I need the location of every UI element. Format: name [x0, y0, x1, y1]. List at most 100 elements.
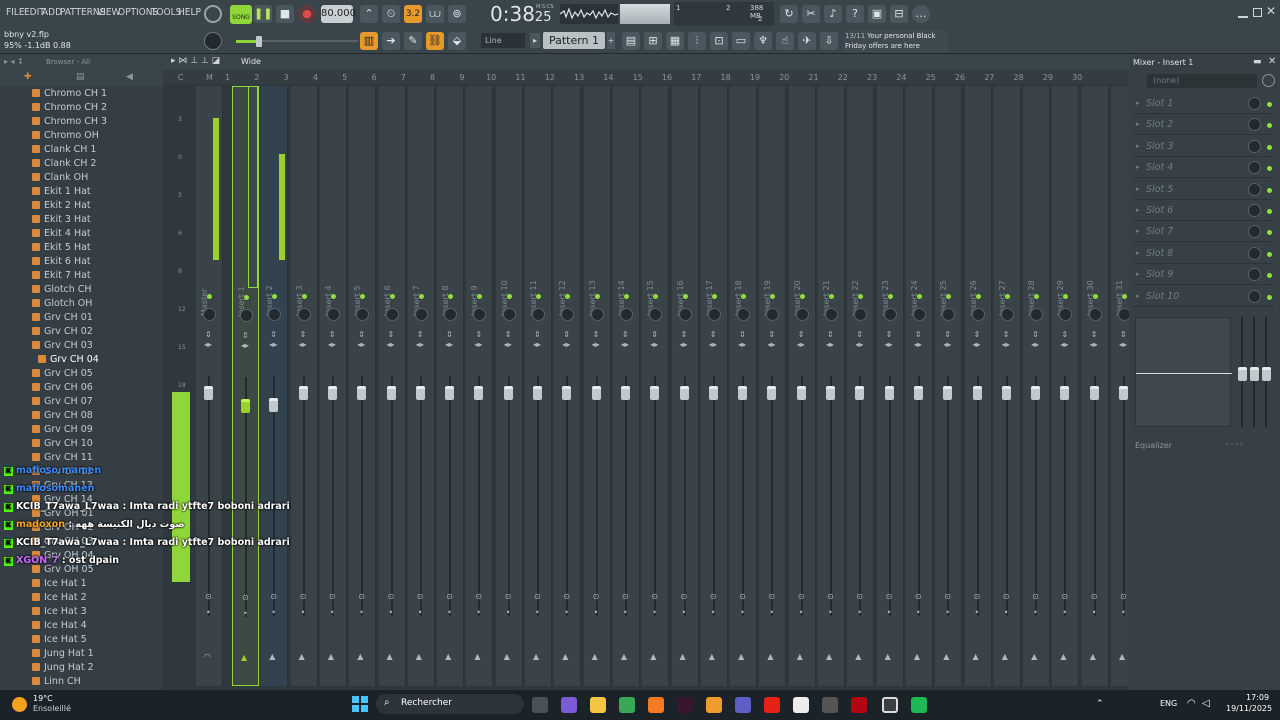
mixer-strip[interactable]: Insert 6 ⇕ ◂▸ ⊙ • ▲	[378, 86, 406, 686]
pan-knob[interactable]	[854, 308, 868, 321]
send-arrow-icon[interactable]: ◠	[204, 652, 211, 661]
route-dot-icon[interactable]: •	[887, 608, 892, 617]
send-arrow-icon[interactable]: ▲	[650, 652, 656, 661]
pan-knob[interactable]	[619, 308, 633, 321]
teams-icon[interactable]	[735, 697, 751, 713]
route-dot-icon[interactable]: •	[799, 608, 804, 617]
volume-fader[interactable]	[386, 386, 396, 400]
mixer-strip[interactable]: Insert 11 ⇕ ◂▸ ⊙ • ▲	[525, 86, 552, 686]
panel-minimize-icon[interactable]: ▬	[1253, 57, 1262, 67]
mixer-strip[interactable]: Insert 23 ⇕ ◂▸ ⊙ • ▲	[876, 86, 904, 686]
swap-channels-icon[interactable]: ◂▸	[328, 340, 336, 349]
help-icon[interactable]: ?	[846, 5, 864, 23]
volume-fader[interactable]	[708, 386, 718, 400]
send-arrow-icon[interactable]: ▲	[826, 652, 832, 661]
route-dot-icon[interactable]: •	[975, 608, 980, 617]
eq-low-slider[interactable]	[1238, 367, 1247, 381]
browser-file-item[interactable]: Chromo CH 3	[32, 115, 107, 129]
pattern-selector[interactable]: Pattern 1	[543, 32, 605, 49]
slot-arrow-icon[interactable]: ▸	[1136, 185, 1140, 193]
mixer-strip[interactable]: Insert 9 ⇕ ◂▸ ⊙ • ▲	[466, 86, 494, 686]
mute-led[interactable]	[244, 295, 249, 300]
file-explorer-icon[interactable]	[590, 697, 606, 713]
stereo-separation-icon[interactable]: ⇕	[651, 330, 658, 339]
effect-slot[interactable]: ▸ Slot 3	[1133, 137, 1273, 157]
send-arrow-icon[interactable]: ▲	[504, 652, 510, 661]
volume-fader[interactable]	[327, 386, 337, 400]
swap-channels-icon[interactable]: ◂▸	[826, 340, 834, 349]
mute-led[interactable]	[506, 294, 512, 299]
mute-led[interactable]	[207, 294, 212, 299]
swap-channels-icon[interactable]: ◂▸	[387, 340, 395, 349]
menu-add[interactable]: ADD	[42, 7, 62, 18]
volume-fader[interactable]	[884, 386, 894, 400]
clock-time[interactable]: 17:09	[1246, 693, 1269, 702]
countdown-icon[interactable]: 3.2	[404, 5, 422, 23]
route-dot-icon[interactable]: •	[1121, 608, 1126, 617]
send-arrow-icon[interactable]: ▲	[885, 652, 891, 661]
browser-file-item[interactable]: Grv CH 01	[32, 311, 93, 325]
volume-fader[interactable]	[204, 386, 213, 400]
route-dot-icon[interactable]: •	[740, 608, 745, 617]
mixer-strip[interactable]: Insert 18 ⇕ ◂▸ ⊙ • ▲	[730, 86, 758, 686]
record-arm-icon[interactable]: ⊙	[505, 592, 512, 601]
mute-led[interactable]	[1122, 294, 1127, 299]
close-icon[interactable]: ✕	[1266, 4, 1276, 18]
route-dot-icon[interactable]: •	[682, 608, 687, 617]
pan-knob[interactable]	[240, 309, 253, 322]
record-arm-icon[interactable]: ⊙	[593, 592, 600, 601]
stereo-separation-icon[interactable]: ⇕	[1061, 330, 1068, 339]
send-arrow-icon[interactable]: ▲	[357, 652, 363, 661]
browser-file-item[interactable]: Ekit 1 Hat	[32, 185, 91, 199]
swap-channels-icon[interactable]: ◂▸	[269, 340, 277, 349]
pan-knob[interactable]	[971, 308, 985, 321]
stereo-separation-icon[interactable]: ⇕	[205, 330, 212, 339]
pan-knob[interactable]	[883, 308, 897, 321]
record-arm-icon[interactable]: ⊙	[329, 592, 336, 601]
stereo-separation-icon[interactable]: ⇕	[710, 330, 717, 339]
piano-roll-view-icon[interactable]: ▦	[666, 32, 684, 50]
pan-knob[interactable]	[444, 308, 458, 321]
song-mode-button[interactable]: SONG	[230, 5, 252, 24]
mute-led[interactable]	[623, 294, 629, 299]
record-arm-icon[interactable]: ⊙	[1061, 592, 1068, 601]
slot-arrow-icon[interactable]: ▸	[1136, 142, 1140, 150]
mixer-view-mode[interactable]: Wide	[241, 57, 261, 66]
youtube-icon[interactable]	[764, 697, 780, 713]
stereo-separation-icon[interactable]: ⇕	[563, 330, 570, 339]
record-arm-icon[interactable]: ⊙	[944, 592, 951, 601]
browser-file-item[interactable]: Clank CH 1	[32, 143, 96, 157]
volume-fader[interactable]	[796, 386, 806, 400]
pan-knob[interactable]	[414, 308, 428, 321]
mute-led[interactable]	[975, 294, 981, 299]
volume-fader[interactable]	[1060, 386, 1070, 400]
route-dot-icon[interactable]: •	[945, 608, 950, 617]
browser-file-item[interactable]: Chromo CH 1	[32, 87, 107, 101]
browser-arrows-icon[interactable]: ▸ ◂ ↕	[4, 57, 24, 66]
record-arm-icon[interactable]: ⊙	[417, 592, 424, 601]
browser-file-item[interactable]: Grv CH 05	[32, 367, 93, 381]
route-dot-icon[interactable]: •	[476, 608, 481, 617]
mute-led[interactable]	[418, 294, 424, 299]
link-icon[interactable]: ⛓	[426, 32, 444, 50]
swap-channels-icon[interactable]: ◂▸	[241, 341, 249, 350]
edison-icon[interactable]: ✈	[798, 32, 816, 50]
slot-mix-knob[interactable]	[1248, 118, 1261, 132]
browser-file-item[interactable]: Grv CH 08	[32, 409, 93, 423]
volume-fader[interactable]	[269, 398, 279, 412]
news-panel[interactable]: 13/11 Your personal Black Friday offers …	[844, 30, 948, 52]
stereo-separation-icon[interactable]: ⇕	[915, 330, 922, 339]
record-arm-icon[interactable]: ⊙	[681, 592, 688, 601]
slot-mix-knob[interactable]	[1248, 139, 1261, 153]
mute-led[interactable]	[330, 294, 336, 299]
fl-studio-icon[interactable]	[706, 697, 722, 713]
app-orange-icon[interactable]	[648, 697, 664, 713]
mixer-strip[interactable]: Insert 10 ⇕ ◂▸ ⊙ • ▲	[495, 86, 523, 686]
record-arm-icon[interactable]: ⊙	[475, 592, 482, 601]
pan-knob[interactable]	[385, 308, 399, 321]
record-arm-icon[interactable]: ⊙	[388, 592, 395, 601]
stereo-separation-icon[interactable]: ⇕	[681, 330, 688, 339]
stereo-separation-icon[interactable]: ⇕	[270, 330, 277, 339]
slot-enable-led[interactable]	[1267, 102, 1272, 107]
record-arm-icon[interactable]: ⊙	[358, 592, 365, 601]
